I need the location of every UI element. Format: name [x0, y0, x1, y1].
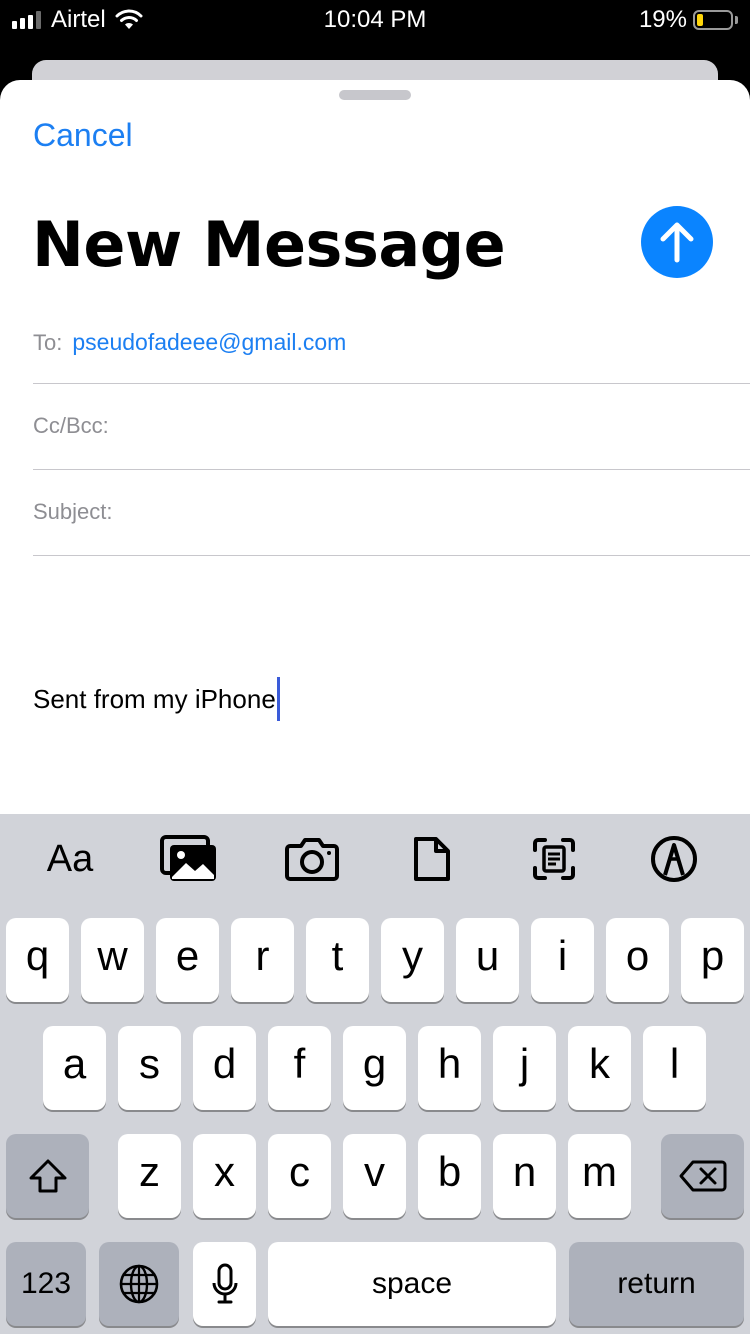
- signature-text: Sent from my iPhone: [33, 683, 276, 714]
- key-j[interactable]: j: [493, 1026, 556, 1110]
- divider: [33, 555, 750, 556]
- scan-document-icon: [533, 838, 575, 880]
- key-t[interactable]: t: [306, 918, 369, 1002]
- to-label: To:: [33, 330, 63, 355]
- status-bar: Airtel 10:04 PM 19%: [0, 0, 750, 40]
- camera-button[interactable]: [280, 832, 344, 886]
- battery-tip: [735, 16, 738, 24]
- cc-bcc-label: Cc/Bcc:: [33, 413, 109, 438]
- photo-library-icon: [160, 835, 216, 881]
- subject-field[interactable]: Subject:: [33, 499, 750, 525]
- key-m[interactable]: m: [568, 1134, 631, 1218]
- delete-icon: [679, 1160, 726, 1192]
- scan-document-button[interactable]: [522, 832, 586, 886]
- globe-icon: [119, 1264, 159, 1304]
- cc-bcc-field[interactable]: Cc/Bcc:: [33, 413, 750, 439]
- sheet-grabber[interactable]: [339, 90, 411, 100]
- status-time: 10:04 PM: [323, 6, 427, 33]
- delete-key[interactable]: [661, 1134, 744, 1218]
- key-o[interactable]: o: [606, 918, 669, 1002]
- arrow-up-icon: [660, 222, 694, 263]
- dictation-key[interactable]: [193, 1242, 256, 1326]
- key-q[interactable]: q: [6, 918, 69, 1002]
- key-u[interactable]: u: [456, 918, 519, 1002]
- key-y[interactable]: y: [381, 918, 444, 1002]
- key-c[interactable]: c: [268, 1134, 331, 1218]
- key-l[interactable]: l: [643, 1026, 706, 1110]
- battery-level: [697, 14, 704, 26]
- divider: [33, 469, 750, 470]
- document-icon: [414, 837, 450, 881]
- key-w[interactable]: w: [81, 918, 144, 1002]
- key-p[interactable]: p: [681, 918, 744, 1002]
- markup-icon: [651, 836, 697, 882]
- shift-icon: [29, 1159, 66, 1193]
- key-n[interactable]: n: [493, 1134, 556, 1218]
- key-s[interactable]: s: [118, 1026, 181, 1110]
- cancel-button[interactable]: Cancel: [33, 117, 133, 154]
- shift-key[interactable]: [6, 1134, 89, 1218]
- key-f[interactable]: f: [268, 1026, 331, 1110]
- key-b[interactable]: b: [418, 1134, 481, 1218]
- key-z[interactable]: z: [118, 1134, 181, 1218]
- key-x[interactable]: x: [193, 1134, 256, 1218]
- key-r[interactable]: r: [231, 918, 294, 1002]
- space-key[interactable]: space: [268, 1242, 556, 1326]
- format-toolbar: Aa: [0, 814, 750, 904]
- key-h[interactable]: h: [418, 1026, 481, 1110]
- key-d[interactable]: d: [193, 1026, 256, 1110]
- markup-button[interactable]: [642, 832, 706, 886]
- key-e[interactable]: e: [156, 918, 219, 1002]
- globe-key[interactable]: [99, 1242, 179, 1326]
- key-a[interactable]: a: [43, 1026, 106, 1110]
- text-caret: [276, 677, 280, 721]
- to-field[interactable]: To: pseudofadeee@gmail.com: [33, 329, 750, 356]
- send-button[interactable]: [641, 206, 713, 278]
- format-button[interactable]: Aa: [38, 832, 102, 886]
- microphone-icon: [212, 1263, 237, 1304]
- document-button[interactable]: [400, 832, 464, 886]
- message-body[interactable]: Sent from my iPhone: [33, 677, 280, 721]
- key-k[interactable]: k: [568, 1026, 631, 1110]
- key-v[interactable]: v: [343, 1134, 406, 1218]
- return-key[interactable]: return: [569, 1242, 744, 1326]
- numbers-key[interactable]: 123: [6, 1242, 86, 1326]
- key-i[interactable]: i: [531, 918, 594, 1002]
- battery-percent: 19%: [638, 6, 687, 33]
- photo-library-button[interactable]: [157, 832, 221, 886]
- key-g[interactable]: g: [343, 1026, 406, 1110]
- page-title: New Message: [32, 208, 506, 281]
- to-recipient[interactable]: pseudofadeee@gmail.com: [72, 329, 346, 355]
- keyboard: Aa q w e r t y u i o p a s d f g h j k l…: [0, 814, 750, 1334]
- camera-icon: [285, 838, 339, 881]
- divider: [33, 383, 750, 384]
- battery-icon: [693, 10, 733, 30]
- status-right: 19%: [639, 6, 738, 34]
- subject-label: Subject:: [33, 499, 113, 524]
